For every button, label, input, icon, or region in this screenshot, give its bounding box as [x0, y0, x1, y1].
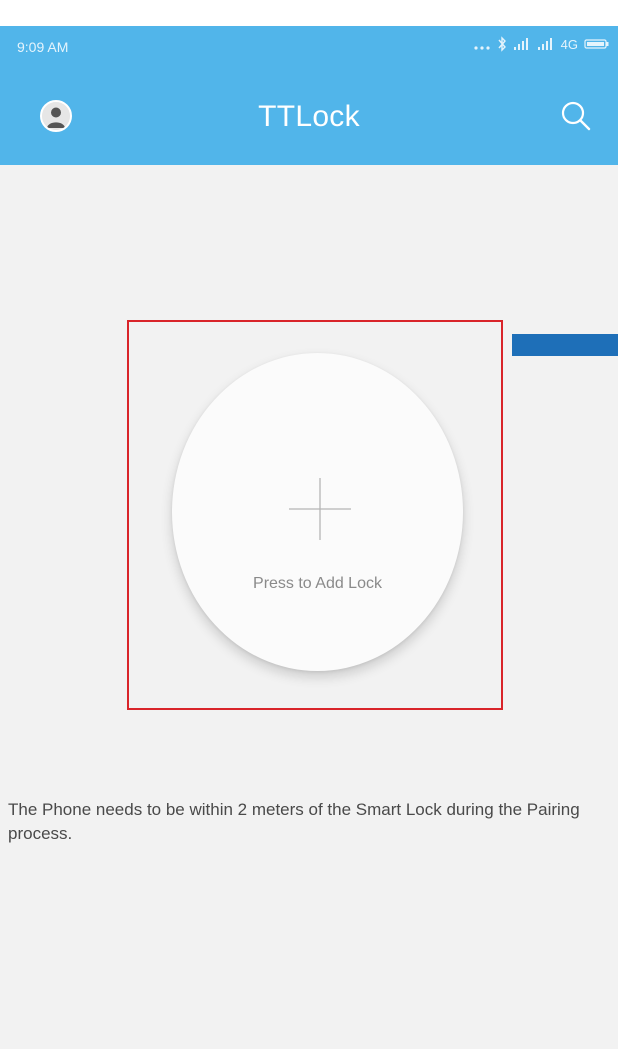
- plus-icon: [289, 478, 351, 540]
- battery-icon: [584, 39, 609, 49]
- more-dots-icon: [474, 46, 490, 50]
- signal-icon: [513, 38, 528, 50]
- status-icons: 4G: [473, 36, 610, 52]
- app-bar: 9:09 AM 4G TTLock: [0, 26, 618, 165]
- app-screen: 9:09 AM 4G TTLock Press to Add Lock The …: [0, 26, 618, 1049]
- add-lock-label: Press to Add Lock: [253, 575, 382, 592]
- app-title: TTLock: [258, 100, 360, 133]
- signal-icon: [537, 38, 552, 50]
- pairing-hint-text: The Phone needs to be within 2 meters of…: [8, 800, 580, 843]
- bluetooth-icon: [498, 36, 506, 52]
- status-bar: 9:09 AM 4G: [0, 26, 618, 70]
- network-type: 4G: [560, 36, 578, 52]
- add-lock-button[interactable]: Press to Add Lock: [172, 353, 463, 671]
- toolbar: TTLock: [0, 70, 618, 165]
- search-icon[interactable]: [556, 96, 596, 136]
- status-time: 9:09 AM: [17, 39, 69, 55]
- user-avatar-icon[interactable]: [40, 100, 72, 132]
- pointer-arrow: [512, 334, 618, 356]
